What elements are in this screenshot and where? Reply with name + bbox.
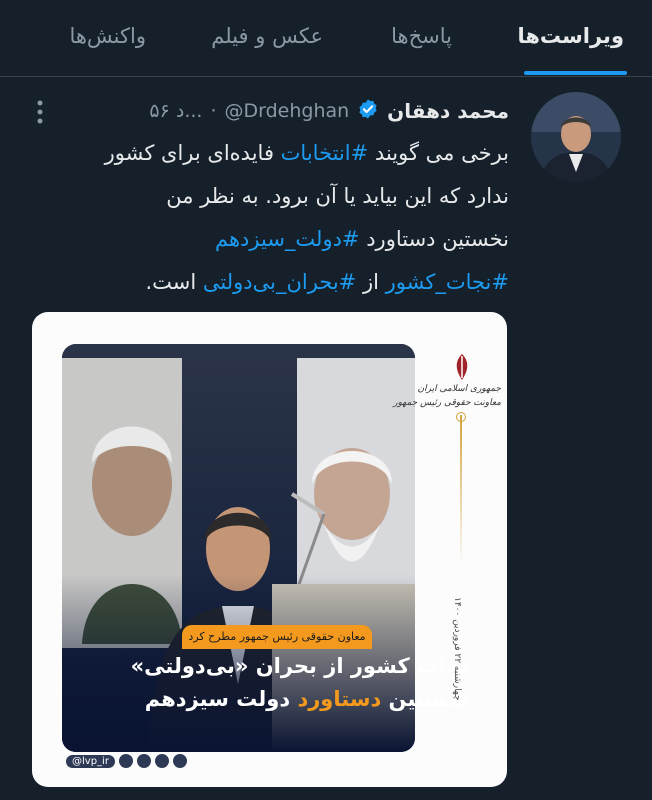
eitaa-icon	[154, 754, 169, 768]
banner-highlight: دستاورد	[297, 687, 382, 711]
bale-icon	[172, 754, 187, 768]
tweet-line: نخستین دستاورد #دولت_سیزدهم	[34, 218, 509, 261]
display-name[interactable]: محمد دهقان	[387, 99, 509, 123]
tweet-text-segment: فایده‌ای برای کشور	[104, 141, 281, 165]
tab-replies[interactable]: پاسخ‌ها	[391, 24, 452, 48]
tweet-text-segment: ندارد که این بیاید یا آن برود. به نظر من	[166, 184, 509, 208]
hashtag-link[interactable]: #انتخابات	[281, 141, 369, 165]
banner-headline: نجات کشور از بحران «بی‌دولتی»	[130, 654, 469, 678]
org-department: معاونت حقوقی رئیس جمهور	[393, 398, 501, 408]
tab-posts[interactable]: ویراست‌ها	[517, 24, 624, 48]
banner-subheadline: نخستین دستاورد دولت سیزدهم	[145, 687, 469, 711]
user-handle[interactable]: @Drdehghan	[224, 100, 349, 122]
org-name: جمهوری اسلامی ایران	[417, 384, 502, 394]
verified-badge-icon	[357, 98, 379, 124]
active-tab-indicator	[524, 71, 627, 75]
tweet-text-segment: برخی می گویند	[368, 141, 509, 165]
tweet-media-image[interactable]: معاون حقوقی رئیس جمهور مطرح کرد نجات کشو…	[32, 312, 507, 787]
telegram-icon	[136, 754, 151, 768]
tweet-header: محمد دهقان @Drdehghan · ۵۶ د...	[149, 96, 509, 126]
iran-emblem-icon	[450, 352, 474, 382]
banner-text-segment: دولت سیزدهم	[144, 687, 298, 711]
social-links: @lvp_ir	[64, 752, 187, 770]
social-handle: @lvp_ir	[66, 754, 115, 768]
tweet-text-segment: نخستین دستاورد	[359, 227, 509, 251]
tweet-text-segment: از	[356, 270, 386, 294]
tweet-line: برخی می گویند #انتخابات فایده‌ای برای کش…	[34, 132, 509, 175]
instagram-icon	[118, 754, 133, 768]
hashtag-link[interactable]: #نجات_کشور	[386, 270, 509, 294]
hashtag-link[interactable]: #بحران_بی‌دولتی	[203, 270, 356, 294]
tab-likes[interactable]: واکنش‌ها	[69, 24, 146, 48]
tweet-line: #نجات_کشور از #بحران_بی‌دولتی است.	[34, 261, 509, 304]
separator-dot: ·	[210, 100, 217, 122]
hashtag-link[interactable]: #دولت_سیزدهم	[215, 227, 360, 251]
tweet-timestamp[interactable]: ۵۶ د...	[149, 100, 202, 122]
avatar[interactable]	[531, 92, 621, 182]
decor-line	[460, 415, 462, 565]
tab-media[interactable]: عکس و فیلم	[211, 24, 323, 48]
profile-tabs: ویراست‌ها پاسخ‌ها عکس و فیلم واکنش‌ها	[0, 0, 652, 77]
side-date-text: چهارشنبه ۲۲ فروردین ۱۴۰۰	[452, 597, 462, 701]
tweet-text-segment: است.	[145, 270, 203, 294]
tweet-line: ندارد که این بیاید یا آن برود. به نظر من	[34, 175, 509, 218]
more-options-icon[interactable]	[36, 99, 44, 125]
banner-label: معاون حقوقی رئیس جمهور مطرح کرد	[182, 625, 372, 649]
tweet-text: برخی می گویند #انتخابات فایده‌ای برای کش…	[34, 132, 509, 304]
